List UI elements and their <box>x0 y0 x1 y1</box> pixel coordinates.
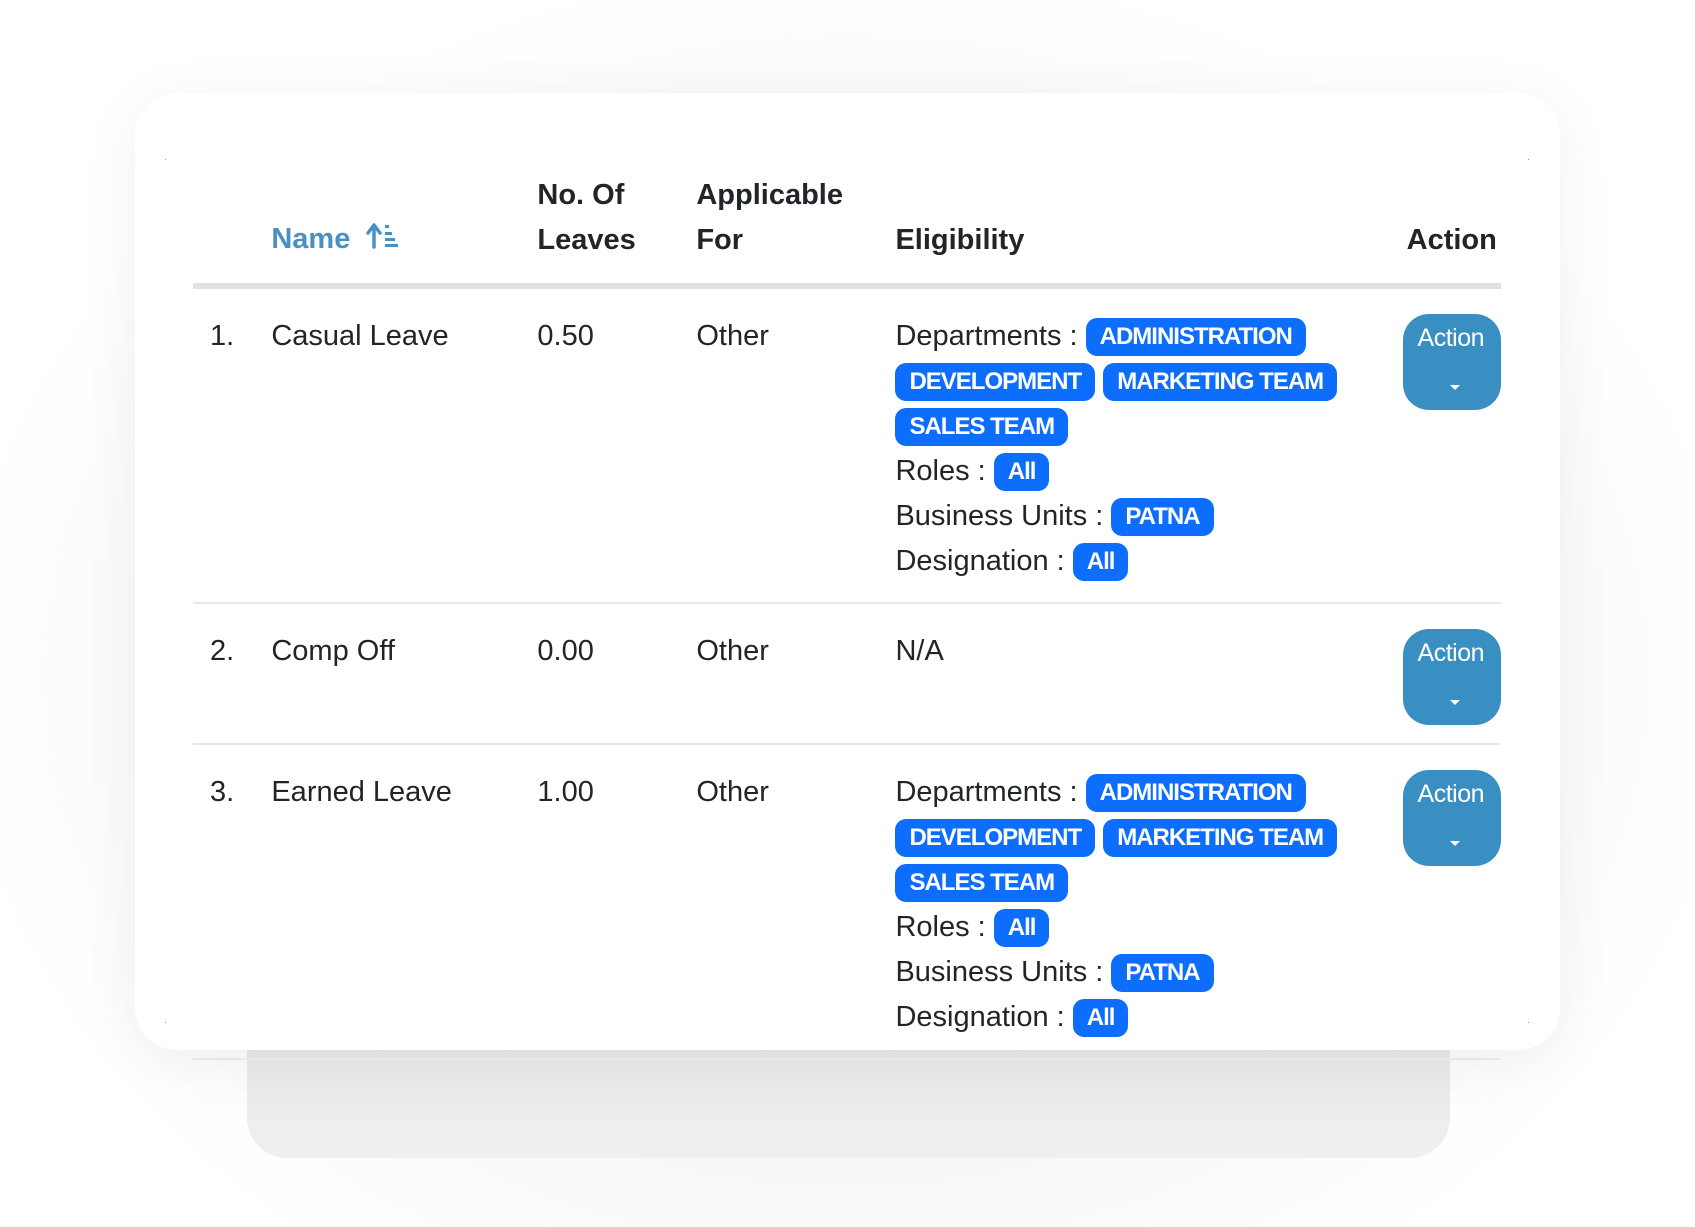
departments-label: Departments : <box>895 320 1078 352</box>
header-name-label: Name <box>271 223 351 256</box>
header-eligibility: Eligibility <box>895 173 1403 289</box>
roles-label: Roles : <box>895 455 986 487</box>
header-action: Action <box>1402 173 1501 289</box>
row-index: 2. <box>193 603 272 745</box>
decorative-dot <box>1528 1022 1529 1023</box>
row-applicable-for: Other <box>696 286 896 604</box>
designation-badge: All <box>1072 999 1129 1038</box>
roles-label: Roles : <box>895 911 986 943</box>
department-badge: MARKETING TEAM <box>1103 819 1338 858</box>
departments-label: Departments : <box>895 776 1078 808</box>
action-dropdown-button[interactable]: Action <box>1402 629 1501 725</box>
row-leaves: 0.50 <box>537 286 697 604</box>
department-badge: DEVELOPMENT <box>895 819 1096 858</box>
row-eligibility: Departments : ADMINISTRATION DEVELOPMENT… <box>895 744 1403 1060</box>
table-row: 1. Casual Leave 0.50 Other Departments :… <box>193 286 1501 604</box>
caret-down-icon <box>1449 699 1460 705</box>
action-dropdown-button[interactable]: Action <box>1402 770 1501 866</box>
decorative-dot <box>1528 159 1529 160</box>
header-name[interactable]: Name <box>271 173 538 289</box>
row-action-cell: Action <box>1402 603 1501 745</box>
sort-ascending-icon[interactable] <box>366 218 400 263</box>
business-unit-badge: PATNA <box>1111 498 1214 537</box>
department-badge: SALES TEAM <box>895 408 1069 447</box>
leave-types-table: Name No. Of Leaves Applicable For Eligib… <box>193 173 1501 1060</box>
designation-label: Designation : <box>895 545 1065 577</box>
header-index <box>193 173 272 289</box>
row-name: Casual Leave <box>271 286 538 604</box>
business-unit-badge: PATNA <box>1111 954 1214 993</box>
department-badge: SALES TEAM <box>895 864 1069 903</box>
action-dropdown-button[interactable]: Action <box>1402 314 1501 410</box>
department-badge: DEVELOPMENT <box>895 363 1096 402</box>
business-units-label: Business Units : <box>895 956 1104 988</box>
decorative-dot <box>165 1022 166 1023</box>
row-leaves: 1.00 <box>537 744 697 1060</box>
role-badge: All <box>993 909 1050 948</box>
header-applicable-for: Applicable For <box>696 173 896 289</box>
department-badge: ADMINISTRATION <box>1085 318 1306 357</box>
role-badge: All <box>993 453 1050 492</box>
row-applicable-for: Other <box>696 603 896 745</box>
row-action-cell: Action <box>1402 744 1501 1060</box>
table-header-row: Name No. Of Leaves Applicable For Eligib… <box>193 173 1501 289</box>
table-row: 2. Comp Off 0.00 Other N/A Action <box>193 603 1501 745</box>
department-badge: ADMINISTRATION <box>1085 774 1306 813</box>
row-action-cell: Action <box>1402 286 1501 604</box>
caret-down-icon <box>1449 384 1460 390</box>
row-applicable-for: Other <box>696 744 896 1060</box>
row-name: Comp Off <box>271 603 538 745</box>
decorative-dot <box>165 159 166 160</box>
row-name: Earned Leave <box>271 744 538 1060</box>
caret-down-icon <box>1449 840 1460 846</box>
row-index: 3. <box>193 744 272 1060</box>
department-badge: MARKETING TEAM <box>1103 363 1338 402</box>
row-eligibility: Departments : ADMINISTRATION DEVELOPMENT… <box>895 286 1403 604</box>
row-leaves: 0.00 <box>537 603 697 745</box>
business-units-label: Business Units : <box>895 500 1104 532</box>
row-eligibility: N/A <box>895 603 1403 745</box>
table-row: 3. Earned Leave 1.00 Other Departments :… <box>193 744 1501 1060</box>
row-index: 1. <box>193 286 272 604</box>
designation-badge: All <box>1072 543 1129 582</box>
designation-label: Designation : <box>895 1001 1065 1033</box>
leave-types-card: Name No. Of Leaves Applicable For Eligib… <box>135 93 1560 1060</box>
header-no-of-leaves: No. Of Leaves <box>537 173 697 289</box>
